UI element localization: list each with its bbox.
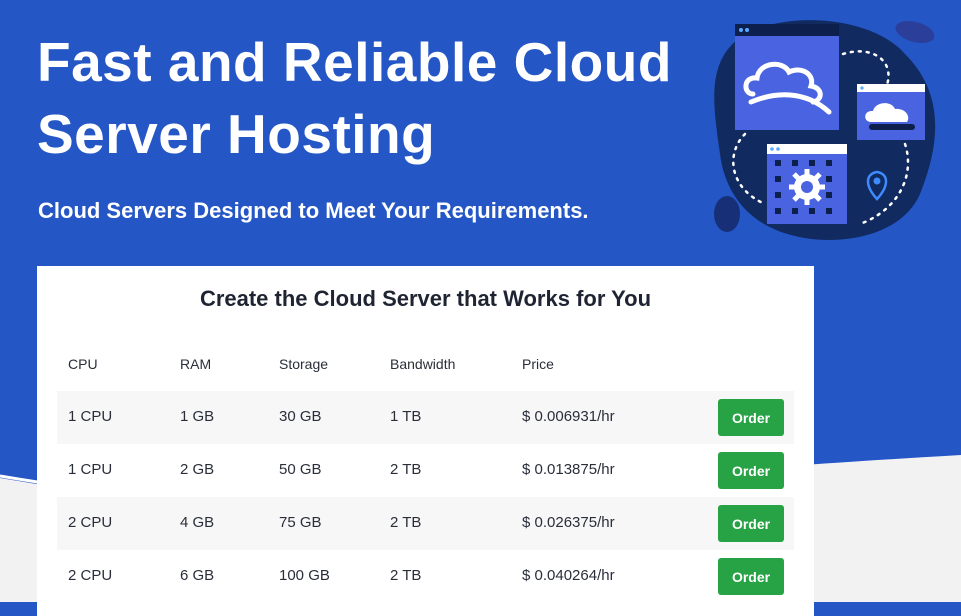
cell-cpu: 2 CPU bbox=[68, 567, 113, 584]
cloud-servers-illustration bbox=[714, 20, 936, 240]
column-header-ram: RAM bbox=[180, 356, 212, 372]
cell-ram: 2 GB bbox=[180, 461, 215, 478]
table-row: 2 CPU 4 GB 75 GB 2 TB $ 0.026375/hr Orde… bbox=[57, 497, 794, 550]
cell-bandwidth: 2 TB bbox=[390, 567, 422, 584]
cell-ram: 6 GB bbox=[180, 567, 215, 584]
cloud-window-icon bbox=[735, 24, 839, 130]
cell-storage: 75 GB bbox=[279, 514, 322, 531]
cloud-storage-icon bbox=[857, 84, 925, 140]
order-button[interactable]: Order bbox=[718, 558, 784, 595]
cell-storage: 30 GB bbox=[279, 408, 322, 425]
column-header-bandwidth: Bandwidth bbox=[390, 356, 456, 372]
column-header-price: Price bbox=[522, 356, 554, 372]
cell-bandwidth: 1 TB bbox=[390, 408, 422, 425]
table-row: 1 CPU 1 GB 30 GB 1 TB $ 0.006931/hr Orde… bbox=[57, 391, 794, 444]
cell-price: $ 0.026375/hr bbox=[522, 514, 615, 531]
cell-price: $ 0.040264/hr bbox=[522, 567, 615, 584]
hero-subtitle: Cloud Servers Designed to Meet Your Requ… bbox=[38, 198, 589, 223]
cell-cpu: 1 CPU bbox=[68, 408, 113, 425]
cell-cpu: 1 CPU bbox=[68, 461, 113, 478]
cell-ram: 4 GB bbox=[180, 514, 215, 531]
cell-storage: 50 GB bbox=[279, 461, 322, 478]
cell-storage: 100 GB bbox=[279, 567, 330, 584]
cell-price: $ 0.013875/hr bbox=[522, 461, 615, 478]
cell-cpu: 2 CPU bbox=[68, 514, 113, 531]
cell-bandwidth: 2 TB bbox=[390, 461, 422, 478]
hero-title-line1: Fast and Reliable Cloud bbox=[37, 31, 672, 93]
order-button[interactable]: Order bbox=[718, 505, 784, 542]
cell-bandwidth: 2 TB bbox=[390, 514, 422, 531]
blob-small-top bbox=[895, 21, 935, 43]
table-row: 2 CPU 6 GB 100 GB 2 TB $ 0.040264/hr Ord… bbox=[57, 550, 794, 603]
hero-title-line2: Server Hosting bbox=[37, 103, 436, 165]
pricing-card: Create the Cloud Server that Works for Y… bbox=[37, 266, 814, 616]
column-header-storage: Storage bbox=[279, 356, 329, 372]
cell-ram: 1 GB bbox=[180, 408, 215, 425]
order-button[interactable]: Order bbox=[718, 452, 784, 489]
blob-small-left bbox=[714, 196, 740, 232]
table-row: 1 CPU 2 GB 50 GB 2 TB $ 0.013875/hr Orde… bbox=[57, 444, 794, 497]
cell-price: $ 0.006931/hr bbox=[522, 408, 615, 425]
gear-icon bbox=[789, 169, 825, 205]
table-header: CPU RAM Storage Bandwidth Price bbox=[57, 356, 794, 376]
order-button[interactable]: Order bbox=[718, 399, 784, 436]
hero-title: Fast and Reliable Cloud Server Hosting bbox=[37, 26, 672, 170]
card-title: Create the Cloud Server that Works for Y… bbox=[199, 286, 652, 311]
column-header-cpu: CPU bbox=[68, 356, 98, 372]
